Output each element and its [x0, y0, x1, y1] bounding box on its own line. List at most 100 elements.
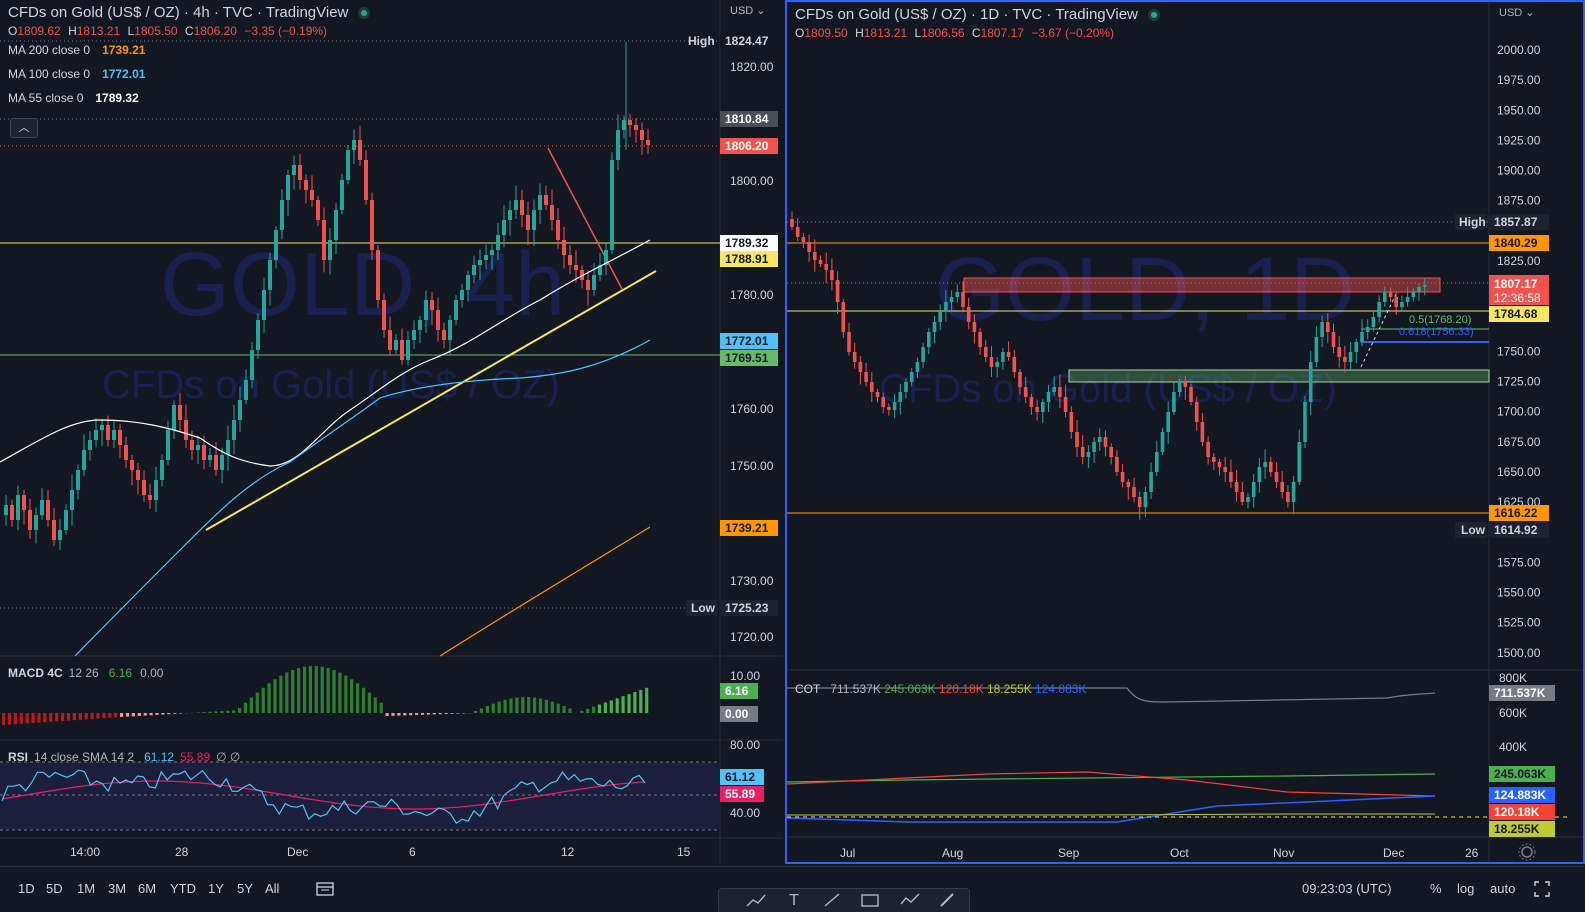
rsi-legend[interactable]: RSI 14 close SMA 14 2 61.12 55.89 ∅ ∅	[8, 750, 240, 764]
ma55-legend[interactable]: MA 55 close 0 1789.32	[8, 86, 370, 110]
price-axis-label: 1650.00	[1497, 465, 1541, 479]
rsi-axis-label: 40.00	[730, 806, 760, 820]
symbol-legend: CFDs on Gold (US$ / OZ) · 1D · TVC · Tra…	[795, 6, 1160, 40]
clock-time[interactable]: 09:23:03 (UTC)	[1302, 881, 1392, 896]
market-status-icon	[1147, 8, 1160, 21]
ma100-legend[interactable]: MA 100 close 0 1772.01	[8, 62, 370, 86]
svg-text:1824.47: 1824.47	[725, 34, 769, 48]
trend-icon[interactable]	[745, 892, 767, 912]
chevron-up-icon[interactable]: ︿	[10, 118, 38, 138]
high-label: High	[1459, 215, 1486, 229]
svg-text:1788.91: 1788.91	[725, 252, 769, 266]
price-axis-label: 1900.00	[1497, 164, 1541, 178]
line-icon[interactable]	[821, 892, 843, 912]
time-axis-label: 28	[175, 845, 189, 859]
svg-text:245.063K: 245.063K	[1494, 767, 1546, 781]
chart-title: CFDs on Gold (US$ / OZ) · 1D · TVC · Tra…	[795, 6, 1138, 23]
svg-text:1725.23: 1725.23	[725, 601, 769, 615]
chart-canvas-1d[interactable]: GOLD, 1D CFDs on Gold (US$ / OZ) 2000.00…	[787, 2, 1583, 862]
cot-tag: 120.18K	[1489, 804, 1555, 820]
range-1y[interactable]: 1Y	[208, 881, 224, 896]
range-3m[interactable]: 3M	[108, 881, 126, 896]
chart-pane-1d[interactable]: GOLD, 1D CFDs on Gold (US$ / OZ) 2000.00…	[785, 0, 1585, 864]
time-axis-label: Dec	[287, 845, 308, 859]
chart-canvas-4h[interactable]: GOLD, 4h CFDs on Gold (US$ / OZ) 1820.00…	[0, 0, 783, 864]
auto-toggle[interactable]: auto	[1490, 881, 1515, 896]
low-price-tag: 1614.92	[1489, 522, 1549, 538]
price-tag: 1810.84	[720, 111, 778, 127]
drawing-toolbar: T	[718, 888, 970, 912]
bottom-line-tag: 1616.22	[1489, 505, 1549, 521]
currency-selector[interactable]: USD ⌄	[730, 4, 766, 17]
time-axis-label: 26	[1465, 846, 1479, 860]
ma200-tag: 1739.21	[720, 520, 778, 536]
price-axis-label: 1825.00	[1497, 254, 1541, 268]
macd-tag: 6.16	[720, 683, 758, 699]
time-axis-label: Dec	[1383, 846, 1404, 860]
svg-text:711.537K: 711.537K	[1494, 686, 1546, 700]
range-5y[interactable]: 5Y	[237, 881, 253, 896]
cot-spread	[787, 795, 1436, 823]
price-axis-label: 1925.00	[1497, 133, 1541, 147]
low-label: Low	[691, 601, 716, 615]
rectangle-icon[interactable]	[859, 892, 881, 912]
time-axis-label: Nov	[1273, 846, 1294, 860]
cot-plot	[787, 687, 1567, 823]
time-axis-label: Oct	[1170, 846, 1189, 860]
path-icon[interactable]	[899, 892, 921, 912]
gear-icon[interactable]	[1518, 843, 1536, 861]
currency-selector[interactable]: USD ⌄	[1499, 6, 1535, 19]
symbol-legend: CFDs on Gold (US$ / OZ) · 4h · TVC · Tra…	[8, 4, 371, 110]
range-ytd[interactable]: YTD	[170, 881, 196, 896]
fib-0.618-label: 0.618(1756.33)	[1399, 326, 1474, 338]
range-5d[interactable]: 5D	[46, 881, 63, 896]
price-axis-label: 1525.00	[1497, 616, 1541, 630]
range-all[interactable]: All	[265, 881, 279, 896]
range-1d[interactable]: 1D	[18, 881, 35, 896]
yellow-line-tag: 1784.68	[1489, 306, 1549, 322]
svg-text:0.00: 0.00	[725, 707, 749, 721]
range-6m[interactable]: 6M	[138, 881, 156, 896]
price-axis-label: 1820.00	[730, 60, 774, 74]
cot-axis-label: 600K	[1499, 706, 1527, 720]
brush-icon[interactable]	[937, 892, 959, 912]
demand-zone[interactable]	[1068, 369, 1490, 383]
green-line-tag: 1769.51	[720, 350, 778, 366]
text-icon[interactable]: T	[783, 892, 805, 912]
cot-tag: 18.255K	[1489, 821, 1555, 837]
high-price-tag: 1824.47	[720, 33, 778, 49]
chart-pane-4h[interactable]: GOLD, 4h CFDs on Gold (US$ / OZ) 1820.00…	[0, 0, 783, 864]
fib-0.5-label: 0.5(1768.20)	[1409, 314, 1471, 326]
price-axis-label: 1720.00	[730, 630, 774, 644]
price-axis-label: 1750.00	[730, 459, 774, 473]
range-1m[interactable]: 1M	[77, 881, 95, 896]
time-axis-label: Aug	[942, 846, 963, 860]
price-axis-label: 1675.00	[1497, 435, 1541, 449]
price-axis-label: 1950.00	[1497, 103, 1541, 117]
low-label: Low	[1461, 523, 1486, 537]
svg-text:124.883K: 124.883K	[1494, 788, 1546, 802]
low-price-tag: 1725.23	[720, 600, 778, 616]
cot-tag: 245.063K	[1489, 766, 1555, 782]
calendar-range-icon[interactable]	[316, 881, 334, 900]
supply-zone[interactable]	[963, 277, 1441, 293]
macd-legend[interactable]: MACD 4C 12 26 6.16 0.00	[8, 666, 163, 680]
svg-text:55.89: 55.89	[725, 787, 755, 801]
macd-signal-tag: 0.00	[720, 706, 758, 722]
log-toggle[interactable]: log	[1457, 881, 1474, 896]
cot-legend[interactable]: COT 711.537K 245.063K 120.18K 18.255K 124…	[795, 682, 1086, 696]
percent-toggle[interactable]: %	[1430, 881, 1442, 896]
last-price-tag: 1807.1712:36:58	[1489, 275, 1549, 305]
fullscreen-icon[interactable]	[1534, 881, 1550, 900]
ma200-legend[interactable]: MA 200 close 0 1739.21	[8, 38, 370, 62]
svg-text:1739.21: 1739.21	[725, 521, 769, 535]
svg-text:1616.22: 1616.22	[1494, 506, 1538, 520]
macd-axis-label: 10.00	[730, 669, 760, 683]
svg-text:61.12: 61.12	[725, 770, 755, 784]
cot-axis-label: 400K	[1499, 740, 1527, 754]
price-axis-label: 1550.00	[1497, 586, 1541, 600]
svg-text:1806.20: 1806.20	[725, 139, 769, 153]
rsi-tag: 61.12	[720, 769, 764, 785]
ma200-line[interactable]	[439, 526, 651, 657]
time-axis-label: 6	[409, 845, 416, 859]
